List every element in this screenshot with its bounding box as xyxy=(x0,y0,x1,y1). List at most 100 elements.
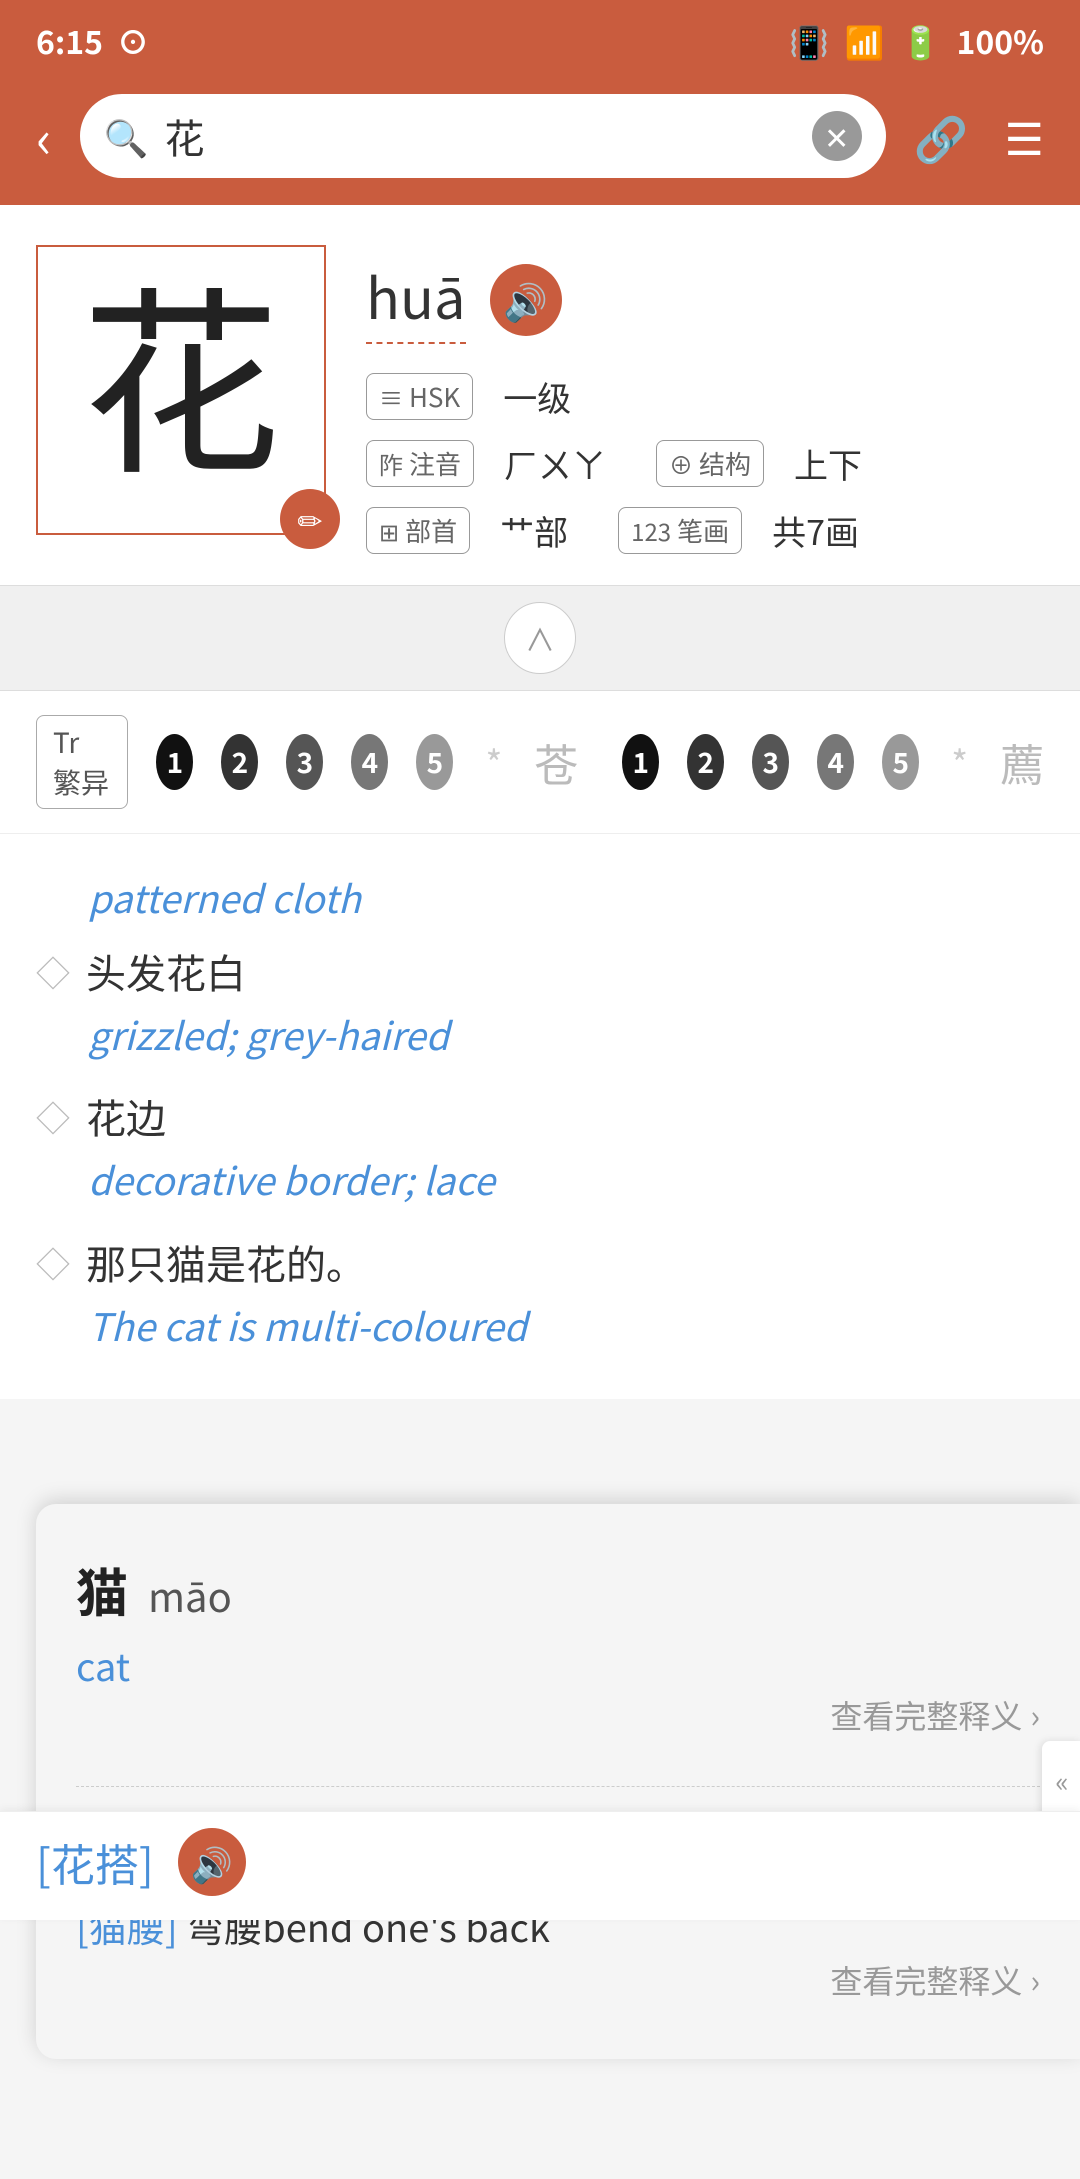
variant-char-1: 苍 xyxy=(534,730,578,794)
popup-collapse-button[interactable]: « xyxy=(1042,1741,1080,1821)
structure-label: 结构 xyxy=(699,445,751,482)
character-box: 花 ✏ xyxy=(36,245,326,535)
wifi-icon: 📶 xyxy=(845,18,885,64)
stroke-4[interactable]: 4 xyxy=(351,734,388,790)
def-english-top: patterned cloth xyxy=(36,870,1044,923)
def-entry-1: ◇ 头发花白 xyxy=(36,943,1044,999)
stroke-3[interactable]: 3 xyxy=(286,734,323,790)
popup-word-row-1: 猫 māo xyxy=(76,1552,1040,1627)
popup-link-row-1: 查看完整释义 › xyxy=(76,1692,1040,1762)
status-bar: 6:15 ⊙ 📳 📶 🔋 100% xyxy=(0,0,1080,76)
def-item-2: ◇ 花边 decorative border; lace xyxy=(36,1088,1044,1205)
status-left: 6:15 ⊙ xyxy=(36,18,149,64)
variant-star-1: * xyxy=(485,736,502,788)
bottom-bar: [花搭] 🔊 xyxy=(0,1811,1080,1920)
def-chinese-2: 花边 xyxy=(86,1088,166,1144)
stroke-7[interactable]: 2 xyxy=(687,734,724,790)
back-button[interactable]: ‹ xyxy=(28,90,60,181)
pronunciation-row: 阼 注音 ㄏㄨㄚ ⊕ 结构 上下 xyxy=(366,439,1044,488)
pinyin-row: huā 🔊 xyxy=(366,255,1044,344)
collapse-icon: ∧ xyxy=(525,616,555,660)
diamond-3: ◇ xyxy=(36,1238,70,1287)
diamond-2: ◇ xyxy=(36,1092,70,1141)
structure-tag: ⊕ 结构 xyxy=(656,440,764,487)
pronunciation-icon: 阼 xyxy=(379,446,403,481)
vibration-icon: 📳 xyxy=(789,18,829,64)
search-icon: 🔍 xyxy=(104,110,149,162)
search-input[interactable] xyxy=(165,113,796,158)
strokes-value: 共7画 xyxy=(772,506,859,555)
audio-button[interactable]: 🔊 xyxy=(490,264,562,336)
collapse-bar: ∧ xyxy=(0,585,1080,691)
view-full-def-2[interactable]: 查看完整释义 › xyxy=(830,1957,1040,2011)
stroke-6[interactable]: 1 xyxy=(622,734,659,790)
menu-button[interactable]: ☰ xyxy=(997,96,1052,176)
hsk-tag: ≡ HSK xyxy=(366,373,473,420)
view-full-arrow-2: › xyxy=(1030,1957,1040,2003)
radical-label: 部首 xyxy=(405,512,457,549)
pronunciation-value: ㄏㄨㄚ xyxy=(504,439,606,488)
battery-percent: 100% xyxy=(957,18,1044,64)
clear-button[interactable]: ✕ xyxy=(812,111,862,161)
hsk-label: HSK xyxy=(409,378,460,415)
radical-icon: ⊞ xyxy=(379,513,399,548)
variant-char-2: 薦 xyxy=(1000,730,1044,794)
def-english-2: decorative border; lace xyxy=(36,1152,1044,1205)
popup-meaning-1: cat xyxy=(76,1637,1040,1692)
search-bar: 🔍 ✕ xyxy=(80,94,886,178)
hsk-icon: ≡ xyxy=(379,379,403,414)
battery-icon: 🔋 xyxy=(901,18,941,64)
popup-link-row-2: 查看完整释义 › xyxy=(76,1957,1040,2035)
bottom-audio-button[interactable]: 🔊 xyxy=(178,1828,246,1896)
popup-char-1: 猫 xyxy=(76,1552,128,1627)
def-item-3: ◇ 那只猫是花的。 The cat is multi-coloured xyxy=(36,1234,1044,1351)
char-info: huā 🔊 ≡ HSK 一级 阼 注音 ㄏㄨㄚ ⊕ xyxy=(366,245,1044,555)
font-row: Tr 繁异 1 2 3 4 5 * 苍 1 2 3 4 5 * 薦 xyxy=(0,691,1080,834)
bottom-compound[interactable]: [花搭] xyxy=(36,1830,154,1894)
popup-card: « 猫 māo cat 查看完整释义 › 猫 máo [猫 xyxy=(36,1504,1080,2059)
structure-value: 上下 xyxy=(794,439,862,488)
stroke-9[interactable]: 4 xyxy=(817,734,854,790)
popup-divider xyxy=(76,1786,1040,1787)
font-label: Tr 繁异 xyxy=(36,715,128,809)
definitions-section: patterned cloth ◇ 头发花白 grizzled; grey-ha… xyxy=(0,834,1080,1399)
char-card: 花 ✏ huā 🔊 ≡ HSK 一级 阼 注音 xyxy=(0,205,1080,585)
stroke-1[interactable]: 1 xyxy=(156,734,193,790)
status-time: 6:15 xyxy=(36,18,103,64)
popup-entry-1: 猫 māo cat 查看完整释义 › xyxy=(76,1552,1040,1762)
header: ‹ 🔍 ✕ 🔗 ☰ xyxy=(0,76,1080,205)
view-full-label-2: 查看完整释义 xyxy=(830,1957,1022,2003)
stroke-8[interactable]: 3 xyxy=(752,734,789,790)
stroke-10[interactable]: 5 xyxy=(882,734,919,790)
link-button[interactable]: 🔗 xyxy=(906,96,977,176)
radical-value: 艹部 xyxy=(500,506,568,555)
pronunciation-tag: 阼 注音 xyxy=(366,440,474,487)
collapse-button[interactable]: ∧ xyxy=(504,602,576,674)
character-display: 花 xyxy=(81,290,281,490)
chevron-left-icon: « xyxy=(1055,1761,1068,1801)
def-entry-3: ◇ 那只猫是花的。 xyxy=(36,1234,1044,1290)
popup-pinyin-1: māo xyxy=(148,1566,232,1624)
structure-icon: ⊕ xyxy=(669,446,693,481)
def-english-1: grizzled; grey-haired xyxy=(36,1007,1044,1060)
radical-tag: ⊞ 部首 xyxy=(366,507,470,554)
def-chinese-3: 那只猫是花的。 xyxy=(86,1234,366,1290)
strokes-tag: 123 笔画 xyxy=(618,507,742,554)
status-icon: ⊙ xyxy=(117,18,149,64)
view-full-arrow-1: › xyxy=(1030,1692,1040,1738)
strokes-label: 笔画 xyxy=(677,512,729,549)
view-full-def-1[interactable]: 查看完整释义 › xyxy=(830,1692,1040,1738)
hsk-level: 一级 xyxy=(503,372,571,421)
pinyin-text: huā xyxy=(366,255,466,344)
variant-star-2: * xyxy=(951,736,968,788)
def-english-3: The cat is multi-coloured xyxy=(36,1298,1044,1351)
strokes-icon: 123 xyxy=(631,513,671,548)
edit-button[interactable]: ✏ xyxy=(280,489,340,549)
pronunciation-label: 注音 xyxy=(409,445,461,482)
diamond-1: ◇ xyxy=(36,947,70,996)
stroke-2[interactable]: 2 xyxy=(221,734,258,790)
stroke-5[interactable]: 5 xyxy=(416,734,453,790)
radical-row: ⊞ 部首 艹部 123 笔画 共7画 xyxy=(366,506,1044,555)
bottom-speaker-icon: 🔊 xyxy=(191,1838,233,1887)
status-right: 📳 📶 🔋 100% xyxy=(789,18,1044,64)
